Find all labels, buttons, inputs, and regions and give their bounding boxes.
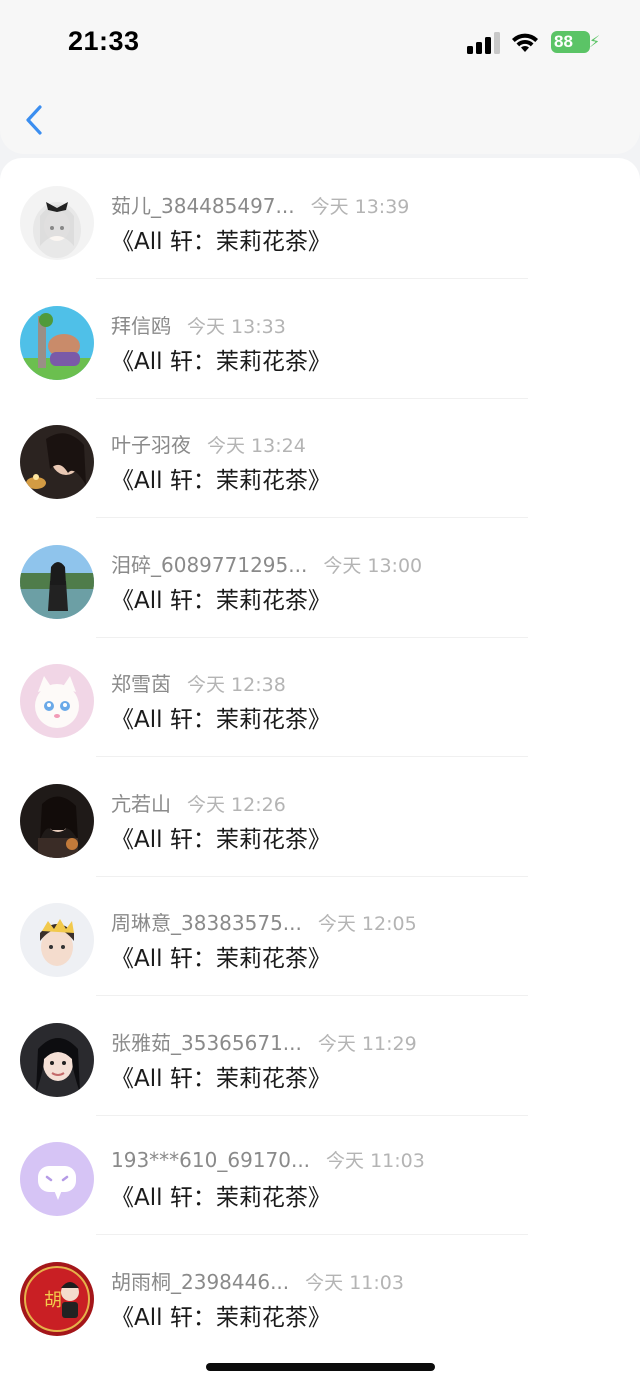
status-time: 21:33 — [68, 26, 140, 56]
message-title: 《All 轩：茉莉花茶》 — [111, 229, 331, 255]
home-indicator — [206, 1363, 435, 1371]
sender-name: 胡雨桐_2398446... — [111, 1269, 290, 1294]
sender-name: 拜信鸥 — [111, 313, 171, 338]
message-title: 《All 轩：茉莉花茶》 — [111, 587, 331, 614]
message-title: 《All 轩：茉莉花茶》 — [111, 826, 331, 853]
message-meta: 郑雪茵 今天 12:38 — [111, 668, 286, 698]
message-item[interactable]: 周琳意_38383575... 今天 12:05 《All 轩：茉莉花茶》 — [0, 867, 640, 996]
message-time: 今天 13:00 — [323, 554, 423, 577]
message-item[interactable]: 叶子羽夜 今天 13:24 《All 轩：茉莉花茶》 — [0, 389, 640, 518]
avatar[interactable] — [20, 186, 94, 260]
sender-name: 叶子羽夜 — [111, 433, 191, 457]
message-time: 今天 12:26 — [187, 793, 286, 816]
message-item[interactable]: 亢若山 今天 12:26 《All 轩：茉莉花茶》 — [0, 748, 640, 877]
message-meta: 叶子羽夜 今天 13:24 — [111, 429, 306, 459]
message-meta: 拜信鸥 今天 13:33 — [111, 310, 286, 340]
message-item[interactable]: 郑雪茵 今天 12:38 《All 轩：茉莉花茶》 — [0, 628, 640, 757]
message-item[interactable]: 张雅茹_35365671... 今天 11:29 《All 轩：茉莉花茶》 — [0, 987, 640, 1116]
avatar[interactable] — [20, 783, 94, 858]
sender-name: 周琳意_38383575... — [111, 911, 302, 935]
battery-indicator: 88 — [551, 31, 590, 53]
message-title: 《All 轩：茉莉花茶》 — [111, 1304, 331, 1331]
avatar[interactable] — [20, 425, 94, 499]
avatar[interactable] — [20, 305, 94, 380]
message-item[interactable]: 茹儿_384485497... 今天 13:39 《All 轩：茉莉花茶》 — [0, 150, 640, 279]
avatar[interactable] — [20, 664, 94, 738]
sender-name: 亢若山 — [111, 791, 171, 816]
avatar-text: 胡 — [44, 1290, 62, 1311]
message-title: 《All 轩：茉莉花茶》 — [111, 468, 331, 494]
wifi-icon — [512, 33, 538, 52]
message-time: 今天 12:38 — [187, 674, 286, 696]
avatar[interactable] — [20, 1142, 94, 1216]
message-time: 今天 11:29 — [317, 1032, 417, 1055]
back-chevron-icon[interactable] — [20, 102, 50, 138]
nav-bar — [0, 86, 640, 154]
message-time: 今天 13:24 — [207, 435, 306, 457]
sender-name: 茹儿_384485497... — [111, 194, 295, 218]
cellular-signal-icon — [467, 32, 501, 54]
avatar[interactable] — [20, 1022, 94, 1097]
message-time: 今天 11:03 — [326, 1150, 425, 1172]
message-item[interactable]: 拜信鸥 今天 13:33 《All 轩：茉莉花茶》 — [0, 270, 640, 399]
sender-name: 泪碎_6089771295... — [111, 552, 308, 577]
message-meta: 胡雨桐_2398446... 今天 11:03 — [111, 1266, 404, 1296]
message-meta: 亢若山 今天 12:26 — [111, 788, 286, 818]
message-item[interactable]: 泪碎_6089771295... 今天 13:00 《All 轩：茉莉花茶》 — [0, 509, 640, 638]
avatar[interactable] — [20, 903, 94, 977]
message-title: 《All 轩：茉莉花茶》 — [111, 1065, 331, 1092]
message-time: 今天 12:05 — [317, 913, 417, 935]
status-bar: 21:33 88 ⚡ — [0, 0, 640, 86]
message-title: 《All 轩：茉莉花茶》 — [111, 946, 331, 972]
message-meta: 张雅茹_35365671... 今天 11:29 — [111, 1027, 417, 1057]
message-title: 《All 轩：茉莉花茶》 — [111, 348, 331, 375]
message-item[interactable]: 胡 胡雨桐_2398446... 今天 11:03 《All 轩：茉莉花茶》 — [0, 1226, 640, 1345]
message-title: 《All 轩：茉莉花茶》 — [111, 707, 331, 733]
message-time: 今天 11:03 — [305, 1271, 404, 1294]
message-meta: 193***610_69170... 今天 11:03 — [111, 1146, 425, 1176]
message-item[interactable]: 193***610_69170... 今天 11:03 《All 轩：茉莉花茶》 — [0, 1106, 640, 1235]
message-time: 今天 13:39 — [310, 196, 410, 218]
sender-name: 张雅茹_35365671... — [111, 1030, 302, 1055]
avatar[interactable] — [20, 544, 94, 619]
avatar[interactable]: 胡 — [20, 1261, 94, 1336]
message-list: 茹儿_384485497... 今天 13:39 《All 轩：茉莉花茶》 拜信鸥今… — [0, 158, 640, 1385]
sender-name: 郑雪茵 — [111, 672, 171, 696]
message-meta: 周琳意_38383575... 今天 12:05 — [111, 907, 417, 937]
message-meta: 茹儿_384485497... 今天 13:39 — [111, 190, 409, 220]
charging-bolt-icon: ⚡ — [589, 32, 601, 51]
message-time: 今天 13:33 — [187, 315, 286, 338]
message-title: 《All 轩：茉莉花茶》 — [111, 1185, 331, 1211]
sender-name: 193***610_69170... — [111, 1148, 311, 1172]
message-meta: 泪碎_6089771295... 今天 13:00 — [111, 549, 422, 579]
